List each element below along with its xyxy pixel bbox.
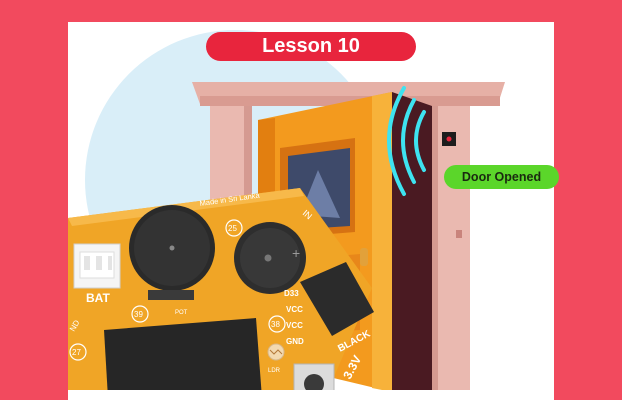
status-badge: Door Opened (444, 165, 559, 189)
d33-label: D33 (284, 289, 299, 298)
battery-connector (73, 243, 121, 289)
gnd-label: GND (286, 337, 304, 346)
svg-text:25: 25 (228, 224, 237, 233)
lesson-slide: BAT POT + Made in Sri Lanka 25 IN 39 38 … (0, 0, 622, 400)
door-sensor-icon (442, 132, 456, 146)
vcc-label-2: VCC (286, 321, 303, 330)
pot-label: POT (175, 310, 188, 316)
svg-text:38: 38 (271, 320, 280, 329)
ldr-label: LDR (268, 368, 281, 374)
display-module (104, 318, 262, 390)
bat-label: BAT (86, 291, 110, 305)
ldr-sensor (267, 343, 285, 361)
push-button (293, 363, 335, 390)
svg-text:+: + (292, 245, 300, 261)
lesson-title: Lesson 10 (206, 32, 416, 61)
svg-text:27: 27 (72, 348, 81, 357)
svg-text:39: 39 (134, 310, 143, 319)
vcc-label-1: VCC (286, 305, 303, 314)
door-opening (392, 92, 432, 390)
